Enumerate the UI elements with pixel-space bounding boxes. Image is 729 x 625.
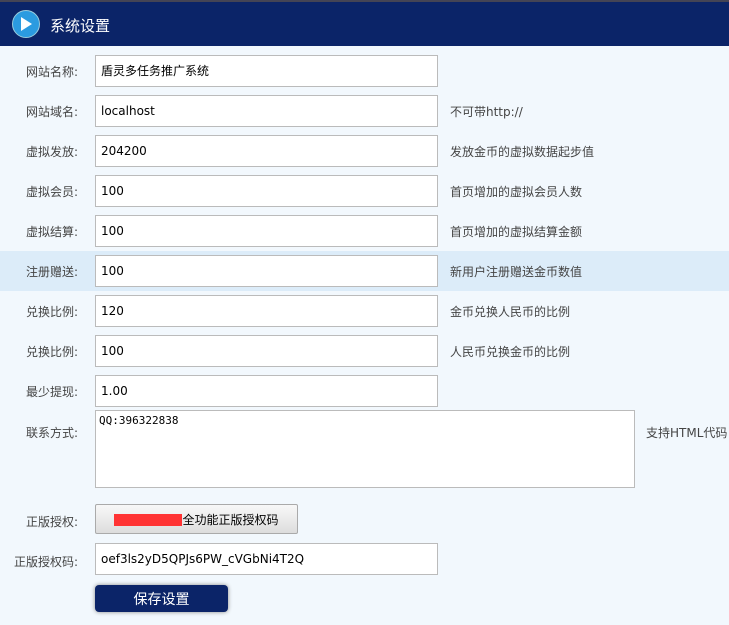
form-row-rmb-to-coin: 兑换比例: 100 人民币兑换金币的比例 xyxy=(0,331,729,371)
field-label: 注册赠送: xyxy=(25,265,78,279)
field-hint: 首页增加的虚拟结算金额 xyxy=(450,225,583,239)
domain-input[interactable]: localhost xyxy=(95,95,438,127)
coin-to-rmb-input[interactable]: 120 xyxy=(95,295,438,327)
save-button[interactable]: 保存设置 xyxy=(95,585,228,612)
field-label: 网站域名: xyxy=(25,105,78,119)
auth-code-input[interactable]: oef3ls2yD5QPJs6PW_cVGbNi4T2Q xyxy=(95,543,438,575)
field-hint: 新用户注册赠送金币数值 xyxy=(450,265,583,279)
field-label: 虚拟会员: xyxy=(25,185,78,199)
field-label: 虚拟发放: xyxy=(25,145,78,159)
register-bonus-input[interactable]: 100 xyxy=(95,255,438,287)
form-row-register-bonus: 注册赠送: 100 新用户注册赠送金币数值 xyxy=(0,251,729,291)
contact-textarea[interactable]: QQ:396322838 xyxy=(95,410,635,488)
redacted-block xyxy=(114,514,183,527)
field-label: 兑换比例: xyxy=(25,305,78,319)
field-hint: 首页增加的虚拟会员人数 xyxy=(450,185,583,199)
form-row-site-name: 网站名称: 盾灵多任务推广系统 xyxy=(0,51,729,91)
field-label: 网站名称: xyxy=(25,65,78,79)
field-label: 最少提现: xyxy=(25,385,78,399)
form-row-virtual-settlement: 虚拟结算: 100 首页增加的虚拟结算金额 xyxy=(0,211,729,251)
field-hint: 人民币兑换金币的比例 xyxy=(450,345,571,359)
field-hint: 金币兑换人民币的比例 xyxy=(450,305,571,319)
auth-button-label: 全功能正版授权码 xyxy=(182,512,279,527)
form-row-auth-code: 正版授权码: oef3ls2yD5QPJs6PW_cVGbNi4T2Q xyxy=(0,540,729,580)
field-label: 正版授权码: xyxy=(13,555,78,569)
form-row-contact: 联系方式: QQ:396322838 支持HTML代码 xyxy=(0,410,729,490)
form-row-virtual-members: 虚拟会员: 100 首页增加的虚拟会员人数 xyxy=(0,171,729,211)
page-title: 系统设置 xyxy=(50,17,111,35)
header: 系统设置 xyxy=(0,0,729,46)
form-row-min-withdraw: 最少提现: 1.00 xyxy=(0,371,729,411)
field-hint: 发放金币的虚拟数据起步值 xyxy=(450,145,595,159)
field-label: 正版授权: xyxy=(25,515,78,529)
form-row-domain: 网站域名: localhost 不可带http:// xyxy=(0,91,729,131)
site-name-input[interactable]: 盾灵多任务推广系统 xyxy=(95,55,438,87)
field-hint: 支持HTML代码 xyxy=(646,426,728,440)
auth-button[interactable]: 全功能正版授权码 xyxy=(95,504,298,534)
virtual-members-input[interactable]: 100 xyxy=(95,175,438,207)
form-row-coin-to-rmb: 兑换比例: 120 金币兑换人民币的比例 xyxy=(0,291,729,331)
app-logo-icon xyxy=(12,10,40,38)
virtual-issue-input[interactable]: 204200 xyxy=(95,135,438,167)
virtual-settlement-input[interactable]: 100 xyxy=(95,215,438,247)
field-label: 兑换比例: xyxy=(25,345,78,359)
field-hint: 不可带http:// xyxy=(450,105,523,119)
rmb-to-coin-input[interactable]: 100 xyxy=(95,335,438,367)
field-label: 虚拟结算: xyxy=(25,225,78,239)
field-label: 联系方式: xyxy=(25,426,78,440)
form-row-virtual-issue: 虚拟发放: 204200 发放金币的虚拟数据起步值 xyxy=(0,131,729,171)
min-withdraw-input[interactable]: 1.00 xyxy=(95,375,438,407)
